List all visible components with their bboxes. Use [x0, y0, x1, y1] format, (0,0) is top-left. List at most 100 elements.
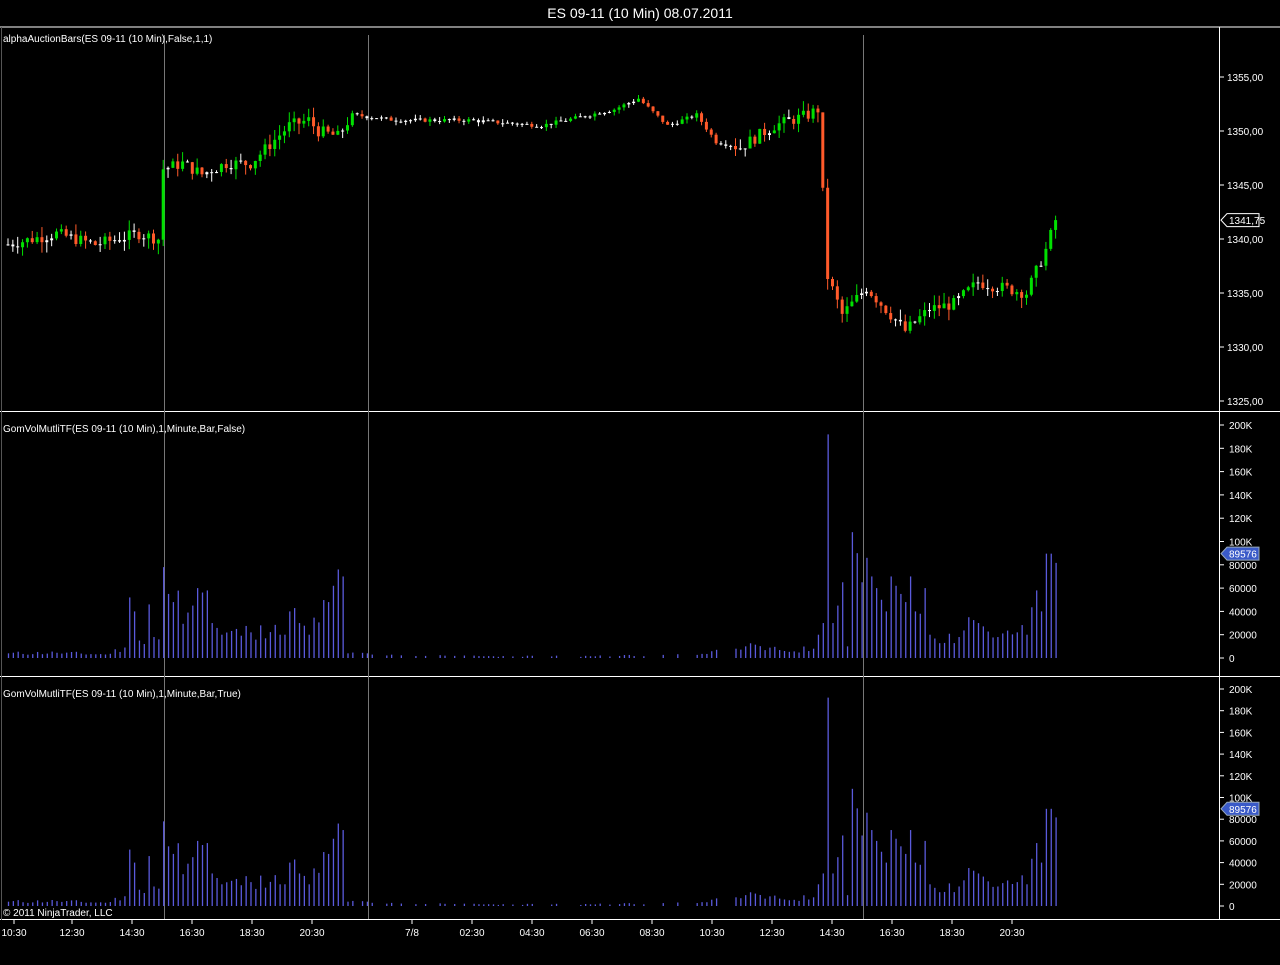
candle-body[interactable]: [889, 313, 893, 320]
candle-body[interactable]: [670, 123, 674, 125]
candle-body[interactable]: [11, 244, 15, 247]
candle-body[interactable]: [607, 111, 611, 113]
candle-body[interactable]: [428, 119, 432, 122]
candle-body[interactable]: [627, 103, 631, 105]
candle-body[interactable]: [782, 117, 786, 124]
candle-body[interactable]: [932, 305, 936, 311]
candle-body[interactable]: [738, 148, 742, 150]
candle-body[interactable]: [855, 294, 859, 302]
candle-body[interactable]: [840, 299, 844, 314]
candle-body[interactable]: [540, 127, 543, 129]
candle-body[interactable]: [573, 116, 577, 119]
candle-body[interactable]: [360, 114, 364, 117]
candle-body[interactable]: [1015, 292, 1019, 295]
candle-body[interactable]: [1000, 282, 1004, 292]
candle-body[interactable]: [45, 240, 49, 243]
candle-body[interactable]: [758, 128, 762, 144]
candle-body[interactable]: [811, 108, 815, 119]
candle-body[interactable]: [767, 133, 771, 136]
candle-body[interactable]: [336, 130, 340, 135]
candle-body[interactable]: [797, 114, 801, 124]
candle-body[interactable]: [515, 123, 519, 125]
candle-body[interactable]: [763, 128, 767, 136]
candle-body[interactable]: [394, 120, 398, 122]
candle-body[interactable]: [40, 237, 44, 243]
candle-body[interactable]: [641, 98, 645, 104]
candle-body[interactable]: [928, 310, 931, 312]
candle-body[interactable]: [302, 120, 306, 124]
candle-body[interactable]: [467, 119, 471, 122]
candle-body[interactable]: [578, 116, 582, 118]
candle-body[interactable]: [695, 113, 699, 118]
candle-body[interactable]: [506, 122, 510, 124]
candle-body[interactable]: [433, 119, 437, 122]
candle-body[interactable]: [1049, 229, 1053, 249]
candle-body[interactable]: [651, 106, 655, 112]
candle-body[interactable]: [481, 120, 485, 123]
candle-body[interactable]: [966, 287, 970, 291]
candle-body[interactable]: [1010, 285, 1014, 295]
candle-body[interactable]: [777, 123, 781, 131]
candle-body[interactable]: [704, 121, 708, 130]
candle-body[interactable]: [719, 143, 723, 145]
candle-body[interactable]: [666, 121, 670, 125]
candle-body[interactable]: [646, 103, 650, 107]
candle-body[interactable]: [350, 113, 354, 126]
candle-body[interactable]: [16, 246, 20, 248]
candle-body[interactable]: [98, 244, 102, 246]
candle-body[interactable]: [215, 172, 219, 174]
candle-body[interactable]: [249, 165, 252, 169]
candle-body[interactable]: [976, 282, 980, 284]
candle-body[interactable]: [923, 310, 927, 317]
candle-body[interactable]: [108, 236, 112, 241]
candle-body[interactable]: [1054, 220, 1058, 230]
candle-body[interactable]: [379, 117, 383, 119]
candle-body[interactable]: [903, 321, 907, 331]
candle-body[interactable]: [826, 187, 830, 280]
candle-body[interactable]: [273, 139, 277, 150]
candle-body[interactable]: [1005, 282, 1009, 286]
candle-body[interactable]: [743, 148, 747, 150]
candle-body[interactable]: [1044, 248, 1048, 266]
candle-body[interactable]: [79, 235, 83, 244]
candle-body[interactable]: [239, 160, 243, 162]
candle-body[interactable]: [137, 231, 141, 240]
candle-body[interactable]: [700, 113, 704, 122]
candle-body[interactable]: [496, 120, 500, 124]
candle-body[interactable]: [879, 302, 883, 306]
candle-body[interactable]: [346, 125, 349, 131]
candle-body[interactable]: [93, 241, 97, 245]
candle-body[interactable]: [1020, 292, 1024, 298]
candle-body[interactable]: [549, 123, 553, 125]
candle-body[interactable]: [142, 238, 146, 240]
candle-body[interactable]: [185, 161, 189, 163]
candle-body[interactable]: [287, 122, 291, 132]
candle-body[interactable]: [1025, 294, 1028, 298]
candle-body[interactable]: [816, 108, 820, 113]
candle-body[interactable]: [748, 136, 752, 149]
candle-body[interactable]: [734, 145, 737, 150]
candle-body[interactable]: [632, 101, 636, 104]
candle-body[interactable]: [1039, 265, 1043, 267]
candle-body[interactable]: [307, 117, 311, 121]
candle-body[interactable]: [195, 167, 199, 174]
candle-body[interactable]: [457, 118, 461, 121]
candle-body[interactable]: [874, 296, 878, 303]
candle-body[interactable]: [617, 107, 621, 110]
candle-body[interactable]: [714, 134, 718, 144]
candle-body[interactable]: [869, 291, 873, 297]
candle-body[interactable]: [64, 229, 68, 236]
candle-body[interactable]: [472, 119, 476, 121]
candle-body[interactable]: [229, 168, 233, 170]
candle-body[interactable]: [918, 316, 922, 323]
candle-body[interactable]: [88, 240, 92, 242]
volume-panel-2[interactable]: [7, 697, 1057, 906]
candle-body[interactable]: [161, 169, 165, 240]
candle-body[interactable]: [1029, 277, 1033, 295]
candle-body[interactable]: [297, 118, 301, 124]
candle-body[interactable]: [55, 231, 58, 239]
candle-body[interactable]: [234, 160, 238, 170]
candle-body[interactable]: [341, 130, 345, 132]
candle-body[interactable]: [375, 118, 379, 120]
candle-body[interactable]: [326, 126, 330, 132]
